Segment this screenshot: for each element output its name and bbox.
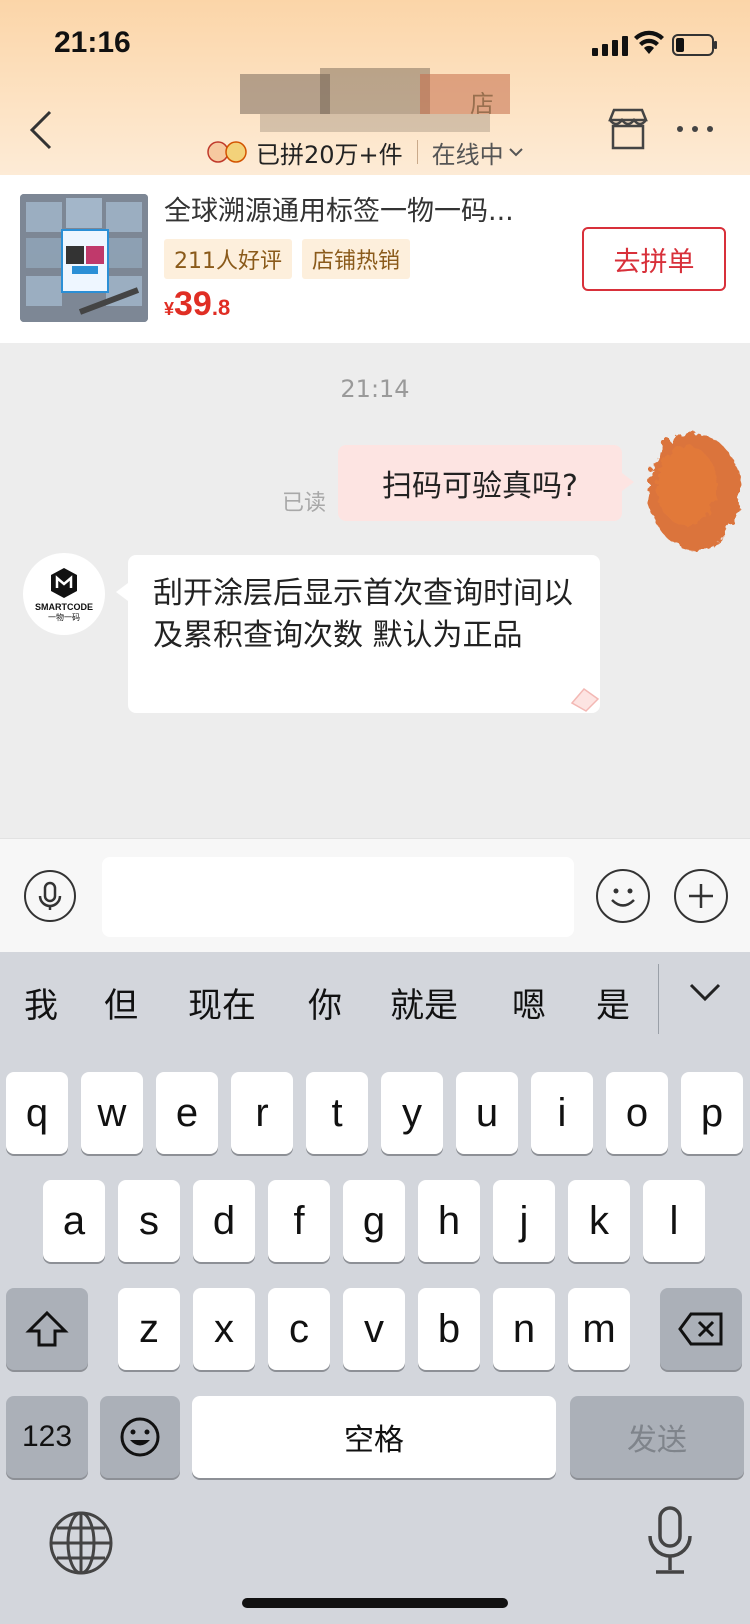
key-j[interactable]: j	[493, 1180, 555, 1262]
voice-input-button[interactable]	[24, 870, 76, 922]
smiley-icon	[611, 888, 635, 907]
key-h[interactable]: h	[418, 1180, 480, 1262]
candidate-word[interactable]: 但	[104, 978, 138, 1027]
key-g[interactable]: g	[343, 1180, 405, 1262]
smartcode-logo-icon	[51, 567, 77, 598]
incoming-message-bubble[interactable]: 刮开涂层后显示首次查询时间以及累积查询次数 默认为正品	[116, 555, 600, 713]
pin-watermark-icon	[570, 687, 600, 712]
read-receipt: 已读	[282, 491, 327, 516]
candidate-bar: 我 但 现在 你 就是 嗯 是	[0, 952, 750, 1054]
key-x[interactable]: x	[193, 1288, 255, 1370]
shop-logo-subtext: 一物一码	[48, 612, 80, 622]
join-group-buy-button[interactable]: 去拼单	[582, 227, 726, 291]
wifi-icon	[634, 30, 664, 54]
key-e[interactable]: e	[156, 1072, 218, 1154]
price-currency: ¥	[164, 299, 175, 319]
key-q[interactable]: q	[6, 1072, 68, 1154]
key-d[interactable]: d	[193, 1180, 255, 1262]
price-decimal: .8	[211, 295, 231, 320]
shop-name-suffix: 店	[470, 90, 494, 118]
key-c[interactable]: c	[268, 1288, 330, 1370]
candidate-word[interactable]: 是	[596, 978, 630, 1027]
candidate-word[interactable]: 嗯	[512, 978, 546, 1027]
incoming-message-text: 刮开涂层后显示首次查询时间以及累积查询次数 默认为正品	[153, 576, 573, 653]
back-chevron-icon[interactable]	[24, 100, 64, 160]
shop-subtitle: 已拼20万+件 在线中	[206, 132, 524, 172]
shift-arrow-icon	[25, 1310, 69, 1347]
key-b[interactable]: b	[418, 1288, 480, 1370]
emoji-button[interactable]	[596, 869, 650, 923]
subtitle-divider	[416, 140, 418, 164]
home-indicator	[242, 1598, 508, 1608]
user-avatar[interactable]	[634, 423, 744, 555]
chevron-down-icon	[508, 148, 523, 157]
backspace-key[interactable]	[660, 1288, 742, 1370]
outgoing-message-bubble[interactable]: 扫码可验真吗?	[338, 445, 634, 521]
product-card[interactable]: 全球溯源通用标签一物一码... 211人好评 店铺热销 ¥39.8 去拼单	[0, 175, 750, 343]
redacted-shop-name: 店	[240, 68, 510, 132]
backspace-icon	[678, 1312, 723, 1346]
emoji-keyboard-icon	[120, 1417, 160, 1457]
key-p[interactable]: p	[681, 1072, 743, 1154]
shift-key[interactable]	[6, 1288, 88, 1370]
outgoing-message-text: 扫码可验真吗?	[382, 469, 578, 504]
candidate-word[interactable]: 现在	[188, 978, 256, 1027]
message-input-bar	[0, 838, 750, 952]
key-o[interactable]: o	[606, 1072, 668, 1154]
candidate-word[interactable]: 就是	[390, 978, 458, 1027]
key-w[interactable]: w	[81, 1072, 143, 1154]
store-icon[interactable]	[604, 106, 652, 152]
more-options-button[interactable]	[674, 869, 728, 923]
candidate-divider	[658, 964, 659, 1034]
message-input[interactable]	[102, 857, 574, 937]
key-z[interactable]: z	[118, 1288, 180, 1370]
status-time: 21:16	[54, 26, 131, 59]
shop-avatar[interactable]: SMARTCODE 一物一码	[23, 553, 105, 635]
send-key[interactable]: 发送	[570, 1396, 744, 1478]
key-i[interactable]: i	[531, 1072, 593, 1154]
rating-tag: 211人好评	[164, 239, 292, 279]
key-n[interactable]: n	[493, 1288, 555, 1370]
key-m[interactable]: m	[568, 1288, 630, 1370]
key-f[interactable]: f	[268, 1180, 330, 1262]
globe-icon[interactable]	[48, 1510, 114, 1576]
space-key[interactable]: 空格	[192, 1396, 556, 1478]
emoji-key[interactable]	[100, 1396, 180, 1478]
plus-icon	[689, 884, 713, 908]
online-status-label: 在线中	[431, 140, 504, 169]
candidate-word[interactable]: 你	[308, 978, 342, 1027]
message-timestamp: 21:14	[340, 375, 410, 403]
hot-sale-tag: 店铺热销	[302, 239, 411, 279]
product-tags: 211人好评 店铺热销	[164, 239, 411, 279]
key-y[interactable]: y	[381, 1072, 443, 1154]
key-s[interactable]: s	[118, 1180, 180, 1262]
sold-count: 已拼20万+件	[256, 140, 403, 169]
group-avatars-icon	[207, 141, 247, 163]
product-title[interactable]: 全球溯源通用标签一物一码...	[164, 189, 574, 228]
chat-header: 21:16 店 已拼20万+件 在线中	[0, 0, 750, 175]
key-v[interactable]: v	[343, 1288, 405, 1370]
more-icon[interactable]	[674, 116, 716, 142]
key-u[interactable]: u	[456, 1072, 518, 1154]
chat-area[interactable]: 21:14 已读 扫码可验真吗? SMARTCODE 一物一码 刮开涂层后显示首…	[0, 343, 750, 838]
key-k[interactable]: k	[568, 1180, 630, 1262]
price-integer: 39	[174, 285, 212, 323]
numbers-key[interactable]: 123	[6, 1396, 88, 1478]
shop-logo-text: SMARTCODE	[35, 601, 93, 612]
key-l[interactable]: l	[643, 1180, 705, 1262]
ios-keyboard: 我 但 现在 你 就是 嗯 是 q w e r t y u i o p a s …	[0, 952, 750, 1624]
key-t[interactable]: t	[306, 1072, 368, 1154]
key-a[interactable]: a	[43, 1180, 105, 1262]
online-status[interactable]: 在线中	[432, 135, 524, 170]
product-thumbnail[interactable]	[20, 194, 148, 322]
product-price: ¥39.8	[164, 285, 230, 324]
battery-icon	[672, 34, 717, 56]
key-r[interactable]: r	[231, 1072, 293, 1154]
expand-candidates-icon[interactable]	[688, 980, 722, 1004]
microphone-icon	[38, 881, 62, 910]
dictation-microphone-icon[interactable]	[640, 1504, 700, 1580]
candidate-word[interactable]: 我	[24, 978, 58, 1027]
cellular-signal-icon	[592, 36, 628, 56]
